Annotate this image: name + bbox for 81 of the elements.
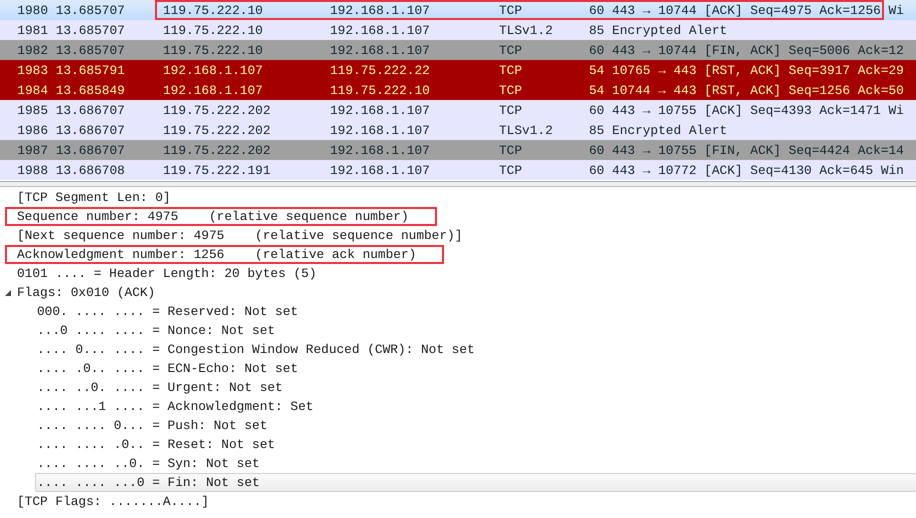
source-cell-text: 192.168.1.107 [163, 82, 264, 98]
destination-cell-text: 119.75.222.10 [330, 82, 431, 98]
info-cell: 54 10765 → 443 [RST, ACK] Seq=3917 Ack=29 [589, 62, 904, 78]
time-cell-text: 13.686707 [54, 122, 126, 138]
tree-item[interactable]: [TCP Segment Len: 0] [17, 190, 171, 205]
protocol-cell-text: TLSv1.2 [499, 122, 554, 138]
tree-item[interactable]: [TCP Flags: .......A....] [17, 494, 209, 509]
number-cell-text: 1981 [16, 22, 48, 38]
packet-row[interactable]: 1987 13.686707 119.75.222.202 192.168.1.107 TCP 60 443 → 10755 [FIN, ACK] Seq=4424 Ack=14 [0, 140, 916, 160]
info-cell: 60 443 → 10755 [FIN, ACK] Seq=4424 Ack=14 [589, 142, 904, 158]
time-cell-text: 13.685791 [54, 62, 126, 78]
protocol-cell-text: TCP [499, 42, 524, 58]
time-cell-text: 13.686708 [54, 162, 126, 178]
info-cell: 54 10744 → 443 [RST, ACK] Seq=1256 Ack=50 [589, 82, 904, 98]
number-cell-text: 1985 [16, 102, 48, 118]
number-cell-text: 1983 [16, 62, 48, 78]
source-cell-text: 119.75.222.202 [163, 142, 272, 158]
destination-cell-text: 192.168.1.107 [330, 162, 431, 178]
destination-cell-text: 192.168.1.107 [330, 142, 431, 158]
source-cell-text: 119.75.222.10 [163, 22, 264, 38]
destination-cell-text: 192.168.1.107 [330, 102, 431, 118]
time-cell-text: 13.686707 [54, 102, 126, 118]
tree-item[interactable]: 0101 .... = Header Length: 20 bytes (5) [17, 266, 316, 281]
protocol-cell-text: TCP [499, 2, 524, 18]
protocol-cell-text: TCP [499, 82, 524, 98]
source-cell-text: 119.75.222.10 [163, 2, 264, 18]
number-cell-text: 1986 [16, 122, 48, 138]
info-cell: 85 Encrypted Alert [589, 122, 728, 138]
packet-row[interactable]: 1986 13.686707 119.75.222.202 192.168.1.107 TLSv1.2 85 Encrypted Alert [0, 120, 916, 140]
destination-cell-text: 192.168.1.107 [330, 42, 431, 58]
tree-item[interactable]: .... .... ..0. = Syn: Not set [37, 456, 260, 471]
tree-item[interactable]: .... ...1 .... = Acknowledgment: Set [37, 399, 314, 414]
protocol-cell-text: TLSv1.2 [499, 22, 554, 38]
number-cell-text: 1987 [16, 142, 48, 158]
tree-item[interactable]: Acknowledgment number: 1256 (relative ack number) [17, 247, 416, 262]
tree-item[interactable]: Sequence number: 4975 (relative sequence number) [17, 209, 409, 224]
destination-cell-text: 192.168.1.107 [330, 2, 431, 18]
time-cell-text: 13.686707 [54, 142, 126, 158]
info-cell: 60 443 → 10744 [FIN, ACK] Seq=5006 Ack=12 [589, 42, 904, 58]
source-cell-text: 119.75.222.202 [163, 122, 272, 138]
number-cell-text: 1988 [16, 162, 48, 178]
protocol-cell-text: TCP [499, 162, 524, 178]
time-cell-text: 13.685707 [54, 42, 126, 58]
info-cell: 85 Encrypted Alert [589, 22, 728, 38]
packet-row[interactable]: 1984 13.685849 192.168.1.107 119.75.222.10 TCP 54 10744 → 443 [RST, ACK] Seq=1256 Ack=50 [0, 80, 916, 100]
tree-item[interactable]: ...0 .... .... = Nonce: Not set [37, 323, 276, 338]
time-cell-text: 13.685707 [54, 2, 126, 18]
protocol-cell-text: TCP [499, 62, 524, 78]
tree-item[interactable]: [Next sequence number: 4975 (relative sequence number)] [17, 228, 462, 243]
info-cell: 60 443 → 10744 [ACK] Seq=4975 Ack=1256 Wi [589, 2, 904, 18]
source-cell-text: 119.75.222.191 [163, 162, 272, 178]
tree-item[interactable]: .... 0... .... = Congestion Window Reduced (CWR): Not set [37, 342, 475, 357]
tree-item[interactable]: .... .0.. .... = ECN-Echo: Not set [37, 361, 298, 376]
info-cell: 60 443 → 10755 [ACK] Seq=4393 Ack=1471 Wi [589, 102, 904, 118]
time-cell-text: 13.685849 [54, 82, 126, 98]
protocol-cell-text: TCP [499, 142, 524, 158]
number-cell-text: 1982 [16, 42, 48, 58]
packet-row[interactable]: 1980 13.685707 119.75.222.10 192.168.1.107 TCP 60 443 → 10744 [ACK] Seq=4975 Ack=1256 Wi [0, 0, 916, 20]
time-cell-text: 13.685707 [54, 22, 126, 38]
expander-icon[interactable] [5, 290, 11, 296]
source-cell-text: 192.168.1.107 [163, 62, 264, 78]
destination-cell-text: 192.168.1.107 [330, 122, 431, 138]
info-cell: 60 443 → 10772 [ACK] Seq=4130 Ack=645 Win [589, 162, 904, 178]
packet-row[interactable]: 1982 13.685707 119.75.222.10 192.168.1.107 TCP 60 443 → 10744 [FIN, ACK] Seq=5006 Ack=12 [0, 40, 916, 60]
source-cell-text: 119.75.222.202 [163, 102, 272, 118]
tree-item[interactable]: .... ..0. .... = Urgent: Not set [37, 380, 283, 395]
destination-cell-text: 119.75.222.22 [330, 62, 431, 78]
number-cell-text: 1980 [16, 2, 48, 18]
protocol-cell-text: TCP [499, 102, 524, 118]
packet-row[interactable]: 1988 13.686708 119.75.222.191 192.168.1.107 TCP 60 443 → 10772 [ACK] Seq=4130 Ack=645 Win [0, 160, 916, 180]
packet-row[interactable]: 1981 13.685707 119.75.222.10 192.168.1.107 TLSv1.2 85 Encrypted Alert [0, 20, 916, 40]
destination-cell-text: 192.168.1.107 [330, 22, 431, 38]
tree-item[interactable]: 000. .... .... = Reserved: Not set [37, 304, 298, 319]
tree-item[interactable]: .... .... ...0 = Fin: Not set [37, 475, 260, 490]
packet-row[interactable]: 1985 13.686707 119.75.222.202 192.168.1.107 TCP 60 443 → 10755 [ACK] Seq=4393 Ack=1471 Wi [0, 100, 916, 120]
source-cell-text: 119.75.222.10 [163, 42, 264, 58]
tree-item[interactable]: Flags: 0x010 (ACK) [17, 285, 156, 300]
number-cell-text: 1984 [16, 82, 48, 98]
packet-row[interactable]: 1983 13.685791 192.168.1.107 119.75.222.22 TCP 54 10765 → 443 [RST, ACK] Seq=3917 Ack=29 [0, 60, 916, 80]
tree-item[interactable]: .... .... .0.. = Reset: Not set [37, 437, 276, 452]
tree-item[interactable]: .... .... 0... = Push: Not set [37, 418, 268, 433]
